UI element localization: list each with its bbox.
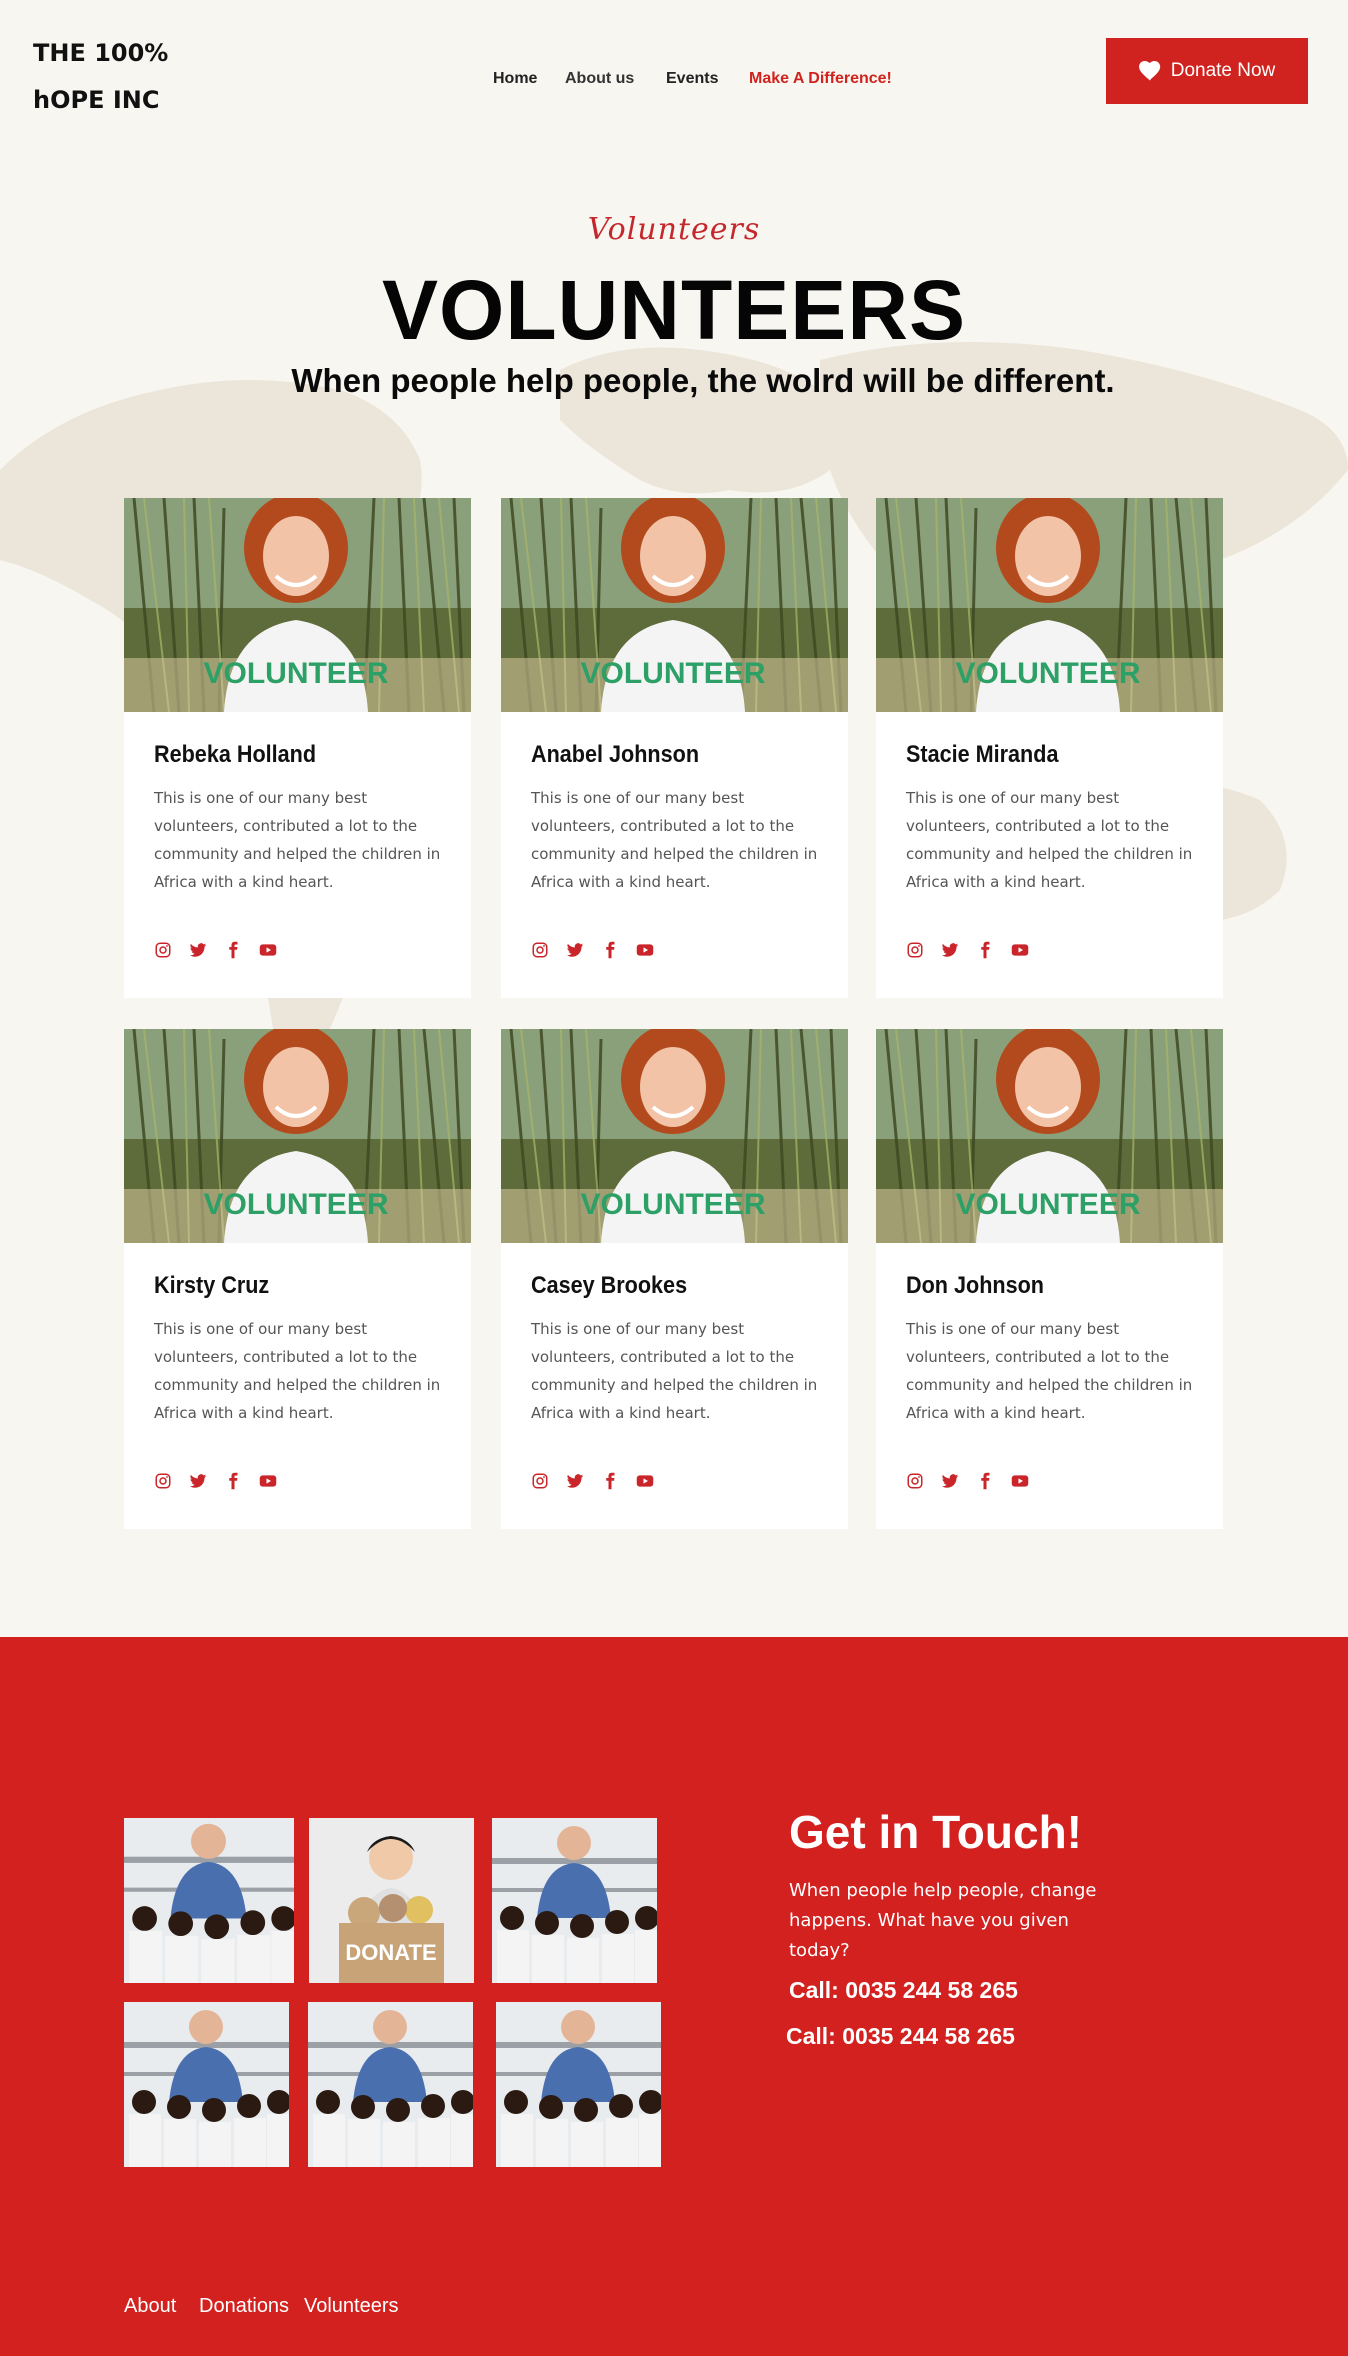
donate-now-label: Donate Now: [1170, 60, 1276, 81]
volunteer-card: Don Johnson This is one of our many best …: [876, 1029, 1223, 1529]
footer-link-volunteers[interactable]: Volunteers: [304, 2295, 399, 2318]
volunteer-photo: [876, 498, 1223, 712]
page-subtitle: When people help people, the wolrd will …: [291, 362, 1115, 399]
volunteer-photo: [501, 1029, 848, 1243]
footer-link-donations[interactable]: Donations: [199, 2295, 289, 2318]
gallery-photo-6[interactable]: [496, 2002, 661, 2167]
facebook-icon[interactable]: [976, 1472, 994, 1490]
volunteer-name: Casey Brookes: [531, 1272, 688, 1299]
logo-line-2: hOPE INC: [33, 86, 160, 114]
volunteer-description: This is one of our many best volunteers,…: [154, 1320, 441, 1422]
volunteer-description: This is one of our many best volunteers,…: [906, 789, 1193, 891]
volunteer-description: This is one of our many best volunteers,…: [531, 789, 818, 891]
page-title: VOLUNTEERS: [381, 263, 967, 357]
nav-item-home[interactable]: Home: [493, 70, 537, 88]
volunteer-card: Rebeka Holland This is one of our many be…: [124, 498, 471, 998]
youtube-icon[interactable]: [259, 1472, 277, 1490]
facebook-icon[interactable]: [601, 941, 619, 959]
logo[interactable]: THE 100% hOPE INC: [33, 30, 183, 124]
contact-phone-1[interactable]: Call: 0035 244 58 265: [789, 1977, 1018, 2004]
heart-icon: [1138, 61, 1160, 81]
social-links: [154, 1472, 277, 1490]
gallery-photo-2[interactable]: [309, 1818, 474, 1983]
nav-item-make-a-difference[interactable]: Make A Difference!: [749, 70, 892, 88]
volunteer-name: Don Johnson: [906, 1272, 1044, 1299]
instagram-icon[interactable]: [531, 1472, 549, 1490]
twitter-icon[interactable]: [189, 941, 207, 959]
footer-link-about[interactable]: About: [124, 2295, 176, 2318]
youtube-icon[interactable]: [259, 941, 277, 959]
gallery-photo-5[interactable]: [308, 2002, 473, 2167]
youtube-icon[interactable]: [1011, 1472, 1029, 1490]
donate-now-button[interactable]: Donate Now: [1106, 38, 1308, 104]
gallery-photo-1[interactable]: [124, 1818, 294, 1983]
volunteer-name: Kirsty Cruz: [154, 1272, 270, 1299]
site-footer: Get in Touch! When people help people, c…: [0, 1637, 1348, 2356]
youtube-icon[interactable]: [636, 1472, 654, 1490]
instagram-icon[interactable]: [906, 941, 924, 959]
volunteer-card: Anabel Johnson This is one of our many be…: [501, 498, 848, 998]
gallery-photo-3[interactable]: [492, 1818, 657, 1983]
volunteer-name: Rebeka Holland: [154, 741, 317, 768]
section-script-title: Volunteers: [587, 212, 761, 247]
volunteer-card: Kirsty Cruz This is one of our many best …: [124, 1029, 471, 1529]
twitter-icon[interactable]: [566, 941, 584, 959]
volunteer-name: Anabel Johnson: [531, 741, 700, 768]
social-links: [906, 1472, 1029, 1490]
contact-text: When people help people, change happens.…: [789, 1880, 1097, 1961]
youtube-icon[interactable]: [636, 941, 654, 959]
volunteer-photo: [501, 498, 848, 712]
instagram-icon[interactable]: [154, 1472, 172, 1490]
nav-item-events[interactable]: Events: [666, 70, 718, 88]
volunteer-photo: [124, 1029, 471, 1243]
nav-item-about-us[interactable]: About us: [565, 70, 634, 88]
social-links: [154, 941, 277, 959]
logo-line-1: THE 100%: [33, 39, 169, 67]
twitter-icon[interactable]: [189, 1472, 207, 1490]
volunteer-description: This is one of our many best volunteers,…: [906, 1320, 1193, 1422]
facebook-icon[interactable]: [601, 1472, 619, 1490]
twitter-icon[interactable]: [941, 1472, 959, 1490]
volunteer-card: Casey Brookes This is one of our many bes…: [501, 1029, 848, 1529]
facebook-icon[interactable]: [976, 941, 994, 959]
twitter-icon[interactable]: [941, 941, 959, 959]
volunteer-description: This is one of our many best volunteers,…: [154, 789, 441, 891]
contact-title: Get in Touch!: [789, 1806, 1083, 1858]
facebook-icon[interactable]: [224, 941, 242, 959]
gallery-photo-4[interactable]: [124, 2002, 289, 2167]
instagram-icon[interactable]: [154, 941, 172, 959]
facebook-icon[interactable]: [224, 1472, 242, 1490]
twitter-icon[interactable]: [566, 1472, 584, 1490]
social-links: [906, 941, 1029, 959]
volunteer-photo: [124, 498, 471, 712]
volunteer-description: This is one of our many best volunteers,…: [531, 1320, 818, 1422]
contact-phone-2[interactable]: Call: 0035 244 58 265: [786, 2023, 1015, 2050]
social-links: [531, 1472, 654, 1490]
youtube-icon[interactable]: [1011, 941, 1029, 959]
site-header: THE 100% hOPE INC Home About us Events M…: [0, 0, 1348, 150]
volunteer-name: Stacie Miranda: [906, 741, 1059, 768]
volunteer-photo: [876, 1029, 1223, 1243]
instagram-icon[interactable]: [906, 1472, 924, 1490]
volunteer-card: Stacie Miranda This is one of our many be…: [876, 498, 1223, 998]
instagram-icon[interactable]: [531, 941, 549, 959]
social-links: [531, 941, 654, 959]
